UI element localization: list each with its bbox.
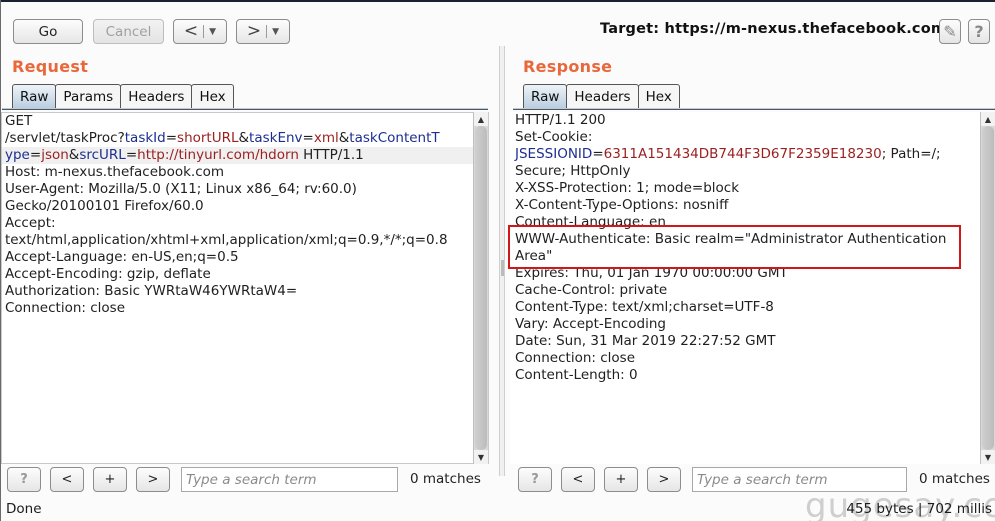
tab-hex[interactable]: Hex (191, 84, 234, 109)
request-title: Request (12, 57, 89, 76)
response-editor[interactable]: HTTP/1.1 200 Set-Cookie: JSESSIONID=6311… (510, 112, 995, 464)
scroll-thumb[interactable] (475, 126, 487, 450)
previous-icon: < (572, 472, 584, 487)
tab-strip-underline (513, 108, 995, 110)
scroll-thumb[interactable] (982, 126, 994, 450)
chevron-down-icon[interactable]: ▼ (272, 27, 279, 37)
response-search-prev-button[interactable]: < (561, 467, 595, 492)
pane-splitter[interactable] (499, 46, 505, 476)
request-line: Connection: close (5, 300, 125, 316)
response-line: Date: Sun, 31 Mar 2019 22:27:52 GMT (515, 333, 776, 349)
help-icon: ? (531, 472, 539, 487)
response-line: Content-Type: text/xml;charset=UTF-8 (515, 299, 774, 315)
response-line: Content-Length: 0 (515, 367, 638, 383)
response-title: Response (523, 57, 613, 76)
request-scrollbar[interactable]: ▲ ▼ (473, 112, 488, 464)
tab-raw[interactable]: Raw (523, 84, 568, 109)
back-arrow-icon: < (183, 21, 199, 41)
request-editor[interactable]: GET /servlet/taskProc?taskId=shortURL&ta… (1, 112, 489, 464)
request-line: Accept: (5, 215, 56, 231)
tab-raw[interactable]: Raw (12, 84, 57, 109)
request-line: Accept-Encoding: gzip, deflate (5, 266, 211, 282)
response-search-help-button[interactable]: ? (518, 467, 552, 492)
tab-label: Raw (531, 89, 560, 105)
request-line: GET (5, 113, 33, 129)
splitter-grip-icon[interactable] (501, 260, 504, 276)
response-line: Cache-Control: private (515, 282, 668, 298)
chevron-down-icon[interactable]: ▼ (209, 27, 216, 37)
scroll-up-icon[interactable]: ▲ (981, 112, 995, 126)
response-line: X-Content-Type-Options: nosniff (515, 197, 729, 213)
plus-icon: + (615, 472, 627, 487)
request-search-input[interactable] (181, 467, 398, 492)
scroll-up-icon[interactable]: ▲ (474, 112, 488, 126)
response-match-count: 0 matches (919, 471, 990, 487)
help-button[interactable]: ? (968, 19, 990, 44)
response-search-next-button[interactable]: > (647, 467, 681, 492)
request-search-help-button[interactable]: ? (7, 467, 41, 492)
request-line: text/html,application/xhtml+xml,applicat… (5, 232, 448, 248)
tab-label: Headers (574, 89, 631, 105)
tab-strip-underline (2, 108, 488, 110)
target-label: Target: https://m-nexus.thefacebook.com (600, 21, 947, 37)
tab-label: Params (63, 89, 114, 105)
edit-target-button[interactable]: ✎ (939, 19, 961, 44)
response-scrollbar[interactable]: ▲ ▼ (980, 112, 995, 464)
request-search-add-button[interactable]: + (93, 467, 127, 492)
status-text: Done (6, 501, 42, 517)
back-button[interactable]: < ▼ (173, 19, 227, 44)
forward-button[interactable]: > ▼ (236, 19, 290, 44)
response-line: Secure; HttpOnly (515, 163, 631, 179)
tab-headers[interactable]: Headers (120, 84, 193, 109)
tab-label: Raw (20, 89, 49, 105)
scroll-down-icon[interactable]: ▼ (474, 450, 488, 464)
response-line: Vary: Accept-Encoding (515, 316, 666, 332)
next-icon: > (147, 472, 159, 487)
cancel-label: Cancel (105, 23, 152, 40)
tab-label: Headers (128, 89, 185, 105)
cancel-button[interactable]: Cancel (93, 19, 164, 44)
separator (203, 25, 205, 38)
scroll-down-icon[interactable]: ▼ (981, 450, 995, 464)
pencil-icon: ✎ (943, 22, 957, 41)
tab-hex[interactable]: Hex (637, 84, 680, 109)
help-icon: ? (20, 472, 28, 487)
next-icon: > (658, 472, 670, 487)
help-icon: ? (974, 22, 984, 41)
request-line: Host: m-nexus.thefacebook.com (5, 164, 225, 180)
tab-label: Hex (199, 89, 226, 105)
response-size-time: 455 bytes | 702 millis (846, 501, 992, 517)
request-line: Authorization: Basic YWRtaW46YWRtaW4= (5, 283, 298, 299)
response-search-add-button[interactable]: + (604, 467, 638, 492)
tab-params[interactable]: Params (55, 84, 122, 109)
go-button[interactable]: Go (13, 19, 83, 44)
forward-arrow-icon: > (246, 21, 262, 41)
request-match-count: 0 matches (410, 471, 481, 487)
window-top-border (0, 0, 995, 2)
go-label: Go (38, 23, 58, 40)
request-line: Gecko/20100101 Firefox/60.0 (5, 198, 204, 214)
response-tabs: Raw Headers Hex (523, 84, 680, 109)
tab-label: Hex (645, 89, 672, 105)
request-line: /servlet/taskProc?taskId=shortURL&taskEn… (5, 130, 440, 146)
response-line: Connection: close (515, 350, 635, 366)
response-line: X-XSS-Protection: 1; mode=block (515, 180, 740, 196)
request-search-prev-button[interactable]: < (50, 467, 84, 492)
response-line: HTTP/1.1 200 (515, 112, 606, 128)
request-tabs: Raw Params Headers Hex (12, 84, 234, 109)
request-line: Accept-Language: en-US,en;q=0.5 (5, 249, 239, 265)
response-line: JSESSIONID=6311A151434DB744F3D67F2359E18… (515, 146, 941, 162)
tab-headers[interactable]: Headers (566, 84, 639, 109)
request-line: User-Agent: Mozilla/5.0 (X11; Linux x86_… (5, 181, 357, 197)
previous-icon: < (61, 472, 73, 487)
separator (266, 25, 268, 38)
request-line-current: ype=json&srcURL=http://tinyurl.com/hdorn… (2, 147, 488, 164)
response-line: Set-Cookie: (515, 129, 593, 145)
plus-icon: + (104, 472, 116, 487)
annotation-highlight-box (508, 225, 961, 269)
request-search-next-button[interactable]: > (136, 467, 170, 492)
